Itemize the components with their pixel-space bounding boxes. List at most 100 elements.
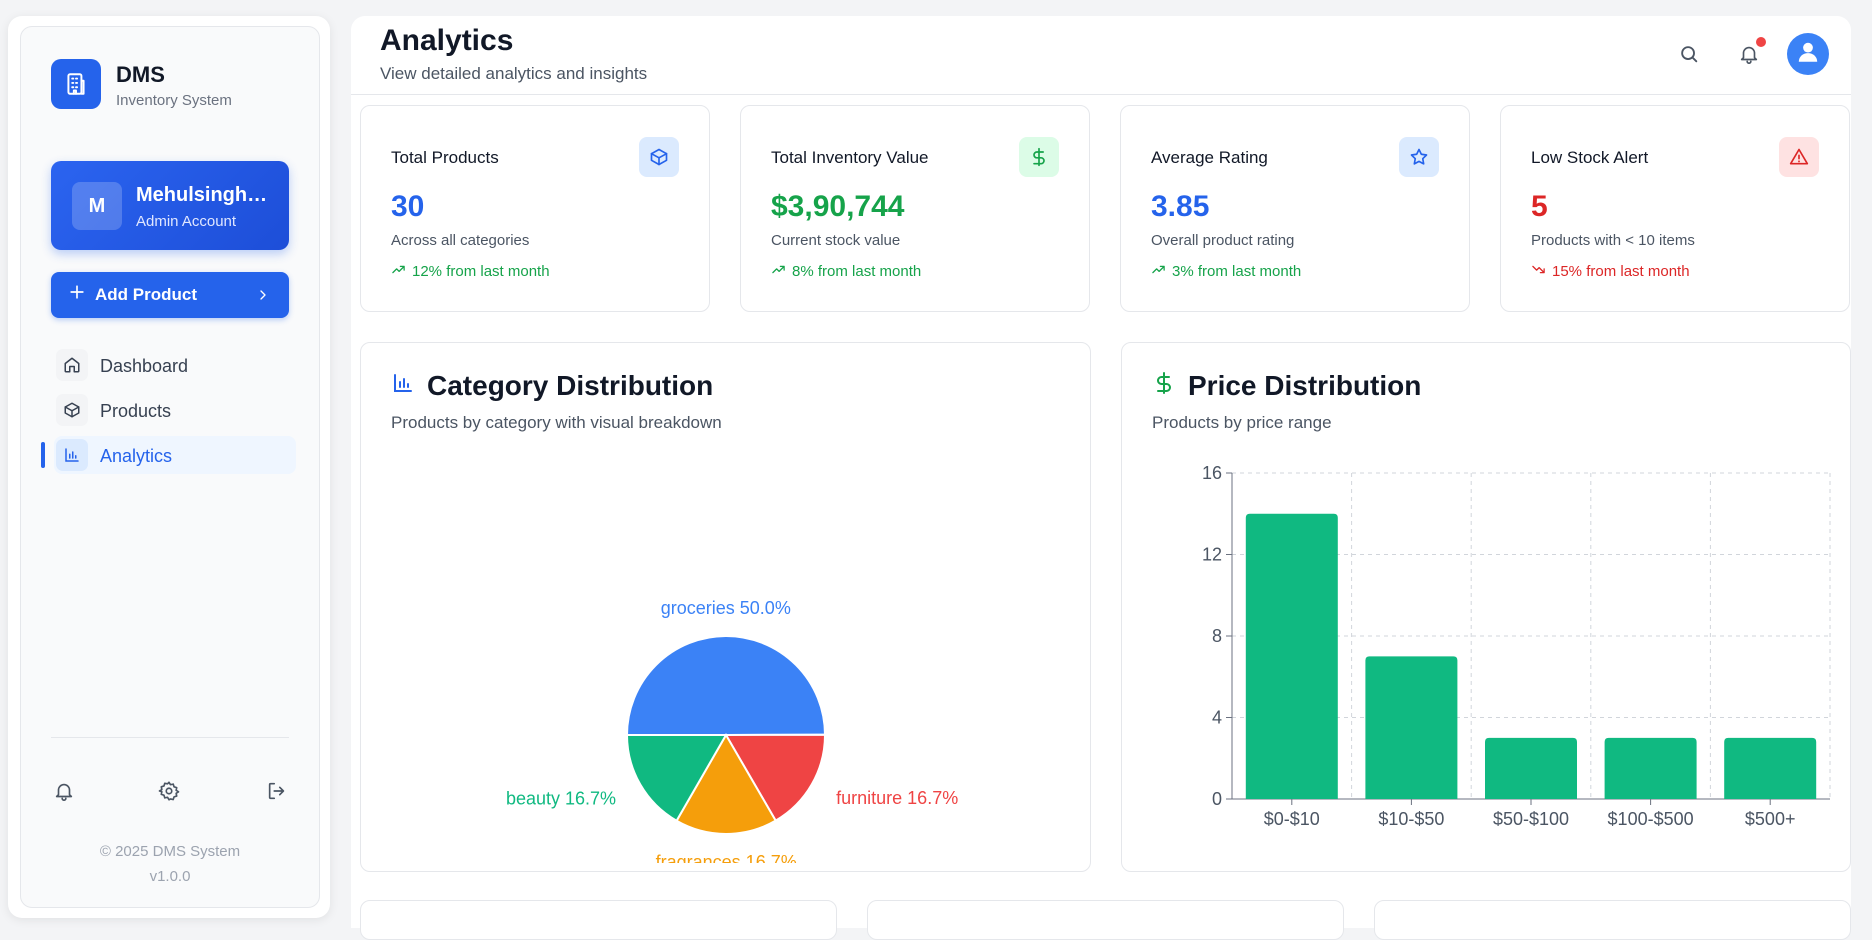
alert-triangle-icon [1779, 137, 1819, 177]
stat-trend-text: 8% from last month [792, 263, 922, 280]
stat-value: 3.85 [1151, 190, 1210, 223]
box-icon [639, 137, 679, 177]
stat-trend-text: 3% from last month [1172, 263, 1302, 280]
stat-card-total-products: Total Products 30 Across all categories … [360, 105, 710, 312]
sidebar-item-dashboard[interactable]: Dashboard [54, 346, 296, 384]
version-text: v1.0.0 [149, 868, 191, 885]
bar-$100-$500 [1604, 737, 1697, 799]
stat-card-average-rating: Average Rating 3.85 Overall product rati… [1120, 105, 1470, 312]
package-icon [56, 394, 88, 426]
stat-trend: 15% from last month [1531, 262, 1690, 281]
stat-value: 30 [391, 190, 425, 223]
stat-value: $3,90,744 [771, 190, 905, 223]
bar-$50-$100 [1485, 737, 1577, 799]
bottom-card [867, 900, 1344, 940]
panel-title: Price Distribution [1152, 370, 1421, 402]
user-role: Admin Account [136, 213, 237, 230]
stat-title: Average Rating [1151, 148, 1268, 167]
price-bar-chart: 0 4 8 12 16 $0-$10 $10-$50 $50-$100 $100-$500 $50… [1202, 463, 1831, 829]
stat-card-inventory-value: Total Inventory Value $3,90,744 Current … [740, 105, 1090, 312]
trending-down-icon [1531, 262, 1546, 281]
sidebar-item-analytics[interactable]: Analytics [54, 436, 296, 474]
bar-$500+ [1724, 737, 1817, 799]
category-panel-title: Category Distribution [427, 370, 714, 401]
trending-up-icon [1151, 262, 1166, 281]
category-pie-chart: groceries 50.0% furniture 16.7% fragrances… [506, 598, 958, 863]
stat-card-low-stock: Low Stock Alert 5 Products with < 10 ite… [1500, 105, 1850, 312]
price-distribution-panel: Price Distribution Products by price ran… [1121, 342, 1851, 872]
page-subtitle: View detailed analytics and insights [380, 64, 648, 83]
price-panel-subtitle: Products by price range [1152, 413, 1332, 432]
bar-$10-$50 [1365, 656, 1458, 799]
plus-icon [67, 282, 87, 307]
price-panel-title: Price Distribution [1188, 370, 1422, 401]
home-icon [56, 349, 88, 381]
x-tick-label: $50-$100 [1493, 809, 1569, 829]
bottom-card [1374, 900, 1851, 940]
brand-logo-icon [51, 59, 101, 109]
copyright-text: © 2025 DMS System [99, 843, 241, 860]
logout-icon[interactable] [266, 780, 288, 802]
stat-trend: 3% from last month [1151, 262, 1301, 281]
user-avatar: M [72, 182, 122, 230]
bell-icon[interactable] [53, 780, 75, 802]
user-avatar-button[interactable] [1787, 33, 1829, 75]
notification-badge [1756, 37, 1766, 47]
bar-chart-icon [391, 370, 415, 402]
gear-icon[interactable] [158, 780, 180, 802]
stat-description: Overall product rating [1151, 232, 1295, 249]
stat-description: Across all categories [391, 232, 530, 249]
x-tick-label: $0-$10 [1264, 809, 1320, 829]
stat-trend: 12% from last month [391, 262, 550, 281]
brand-subtitle: Inventory System [116, 92, 232, 109]
stat-title: Low Stock Alert [1531, 148, 1649, 167]
sidebar-item-products[interactable]: Products [54, 391, 296, 429]
stat-trend-text: 15% from last month [1552, 263, 1690, 280]
stat-trend-text: 12% from last month [412, 263, 550, 280]
stat-title: Total Products [391, 148, 499, 167]
pie-label-beauty: beauty 16.7% [506, 789, 616, 809]
sidebar-divider [51, 737, 289, 738]
stat-trend: 8% from last month [771, 262, 921, 281]
brand-title: DMS [116, 62, 165, 87]
add-product-button[interactable]: Add Product [51, 272, 289, 318]
user-card[interactable]: M Mehulsinghsdfsdfs Admin Account [51, 161, 289, 250]
y-tick-label: 16 [1202, 463, 1222, 483]
pie-slice-groceries [625, 634, 827, 736]
pie-label-fragrances: fragrances 16.7% [656, 852, 797, 863]
user-name: Mehulsinghsdfsdfs [136, 184, 276, 206]
pie-label-furniture: furniture 16.7% [836, 788, 958, 808]
x-tick-label: $100-$500 [1608, 809, 1694, 829]
page-title: Analytics [380, 24, 514, 57]
x-tick-label: $10-$50 [1378, 809, 1444, 829]
sidebar-item-label: Analytics [100, 446, 173, 466]
panel-title: Category Distribution [391, 370, 713, 402]
bar-$0-$10 [1245, 513, 1338, 799]
y-tick-label: 12 [1202, 545, 1222, 565]
y-tick-label: 4 [1212, 708, 1222, 728]
trending-up-icon [771, 262, 786, 281]
chevron-right-icon [255, 287, 271, 308]
trending-up-icon [391, 262, 406, 281]
dollar-icon [1152, 370, 1176, 402]
sidebar-item-label: Dashboard [100, 356, 189, 376]
user-icon [1795, 39, 1821, 70]
stat-title: Total Inventory Value [771, 148, 929, 167]
star-icon [1399, 137, 1439, 177]
notification-bell-icon[interactable] [1738, 43, 1760, 65]
stat-value: 5 [1531, 190, 1548, 223]
y-tick-label: 8 [1212, 626, 1222, 646]
x-tick-label: $500+ [1745, 809, 1796, 829]
pie-label-groceries: groceries 50.0% [661, 598, 791, 618]
sidebar-item-label: Products [100, 401, 172, 421]
bar-chart-icon [56, 439, 88, 471]
add-product-label: Add Product [95, 285, 197, 304]
stat-description: Products with < 10 items [1531, 232, 1695, 249]
stat-description: Current stock value [771, 232, 901, 249]
active-nav-indicator [41, 442, 45, 468]
y-tick-label: 0 [1212, 789, 1222, 809]
bottom-card [360, 900, 837, 940]
category-panel-subtitle: Products by category with visual breakdo… [391, 413, 722, 432]
search-icon[interactable] [1678, 43, 1700, 65]
category-distribution-panel: Category Distribution Products by catego… [360, 342, 1091, 872]
